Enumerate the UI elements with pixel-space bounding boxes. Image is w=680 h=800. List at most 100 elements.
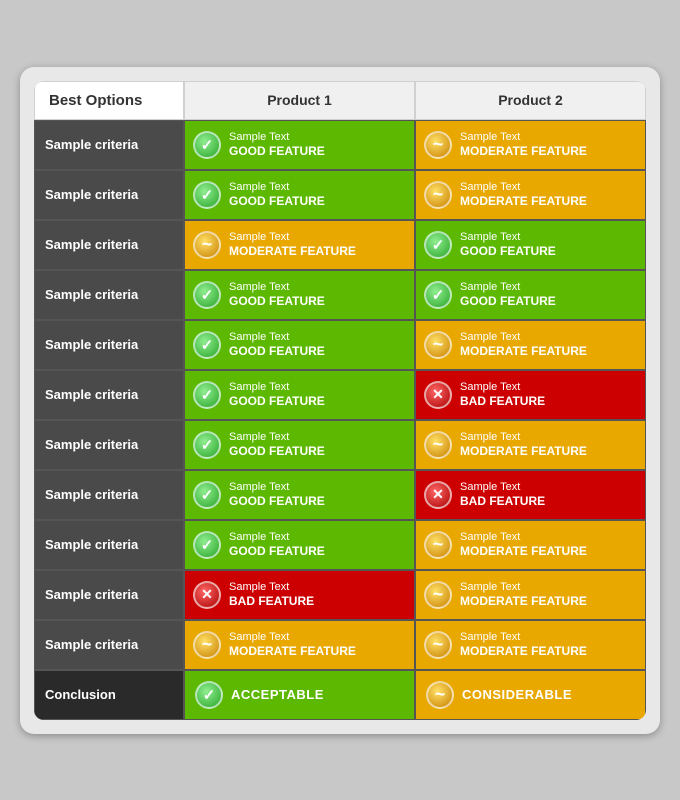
check-icon: ✓: [193, 181, 221, 209]
criteria-cell: Sample criteria: [34, 120, 184, 170]
feature-text: Sample Text GOOD FEATURE: [229, 280, 325, 310]
feature-text: Sample Text BAD FEATURE: [229, 580, 314, 610]
header-col1: Best Options: [34, 81, 184, 120]
tilde-icon: ~: [424, 631, 452, 659]
feature-text: Sample Text GOOD FEATURE: [229, 330, 325, 360]
tilde-icon: ~: [193, 631, 221, 659]
tilde-icon: ~: [424, 331, 452, 359]
table-row: Sample criteria ✓ Sample Text GOOD FEATU…: [34, 420, 646, 470]
feature-text: Sample Text MODERATE FEATURE: [460, 530, 587, 560]
feature-text: Sample Text MODERATE FEATURE: [460, 180, 587, 210]
feature-cell: ~ Sample Text MODERATE FEATURE: [415, 620, 646, 670]
feature-cell: ~ Sample Text MODERATE FEATURE: [415, 170, 646, 220]
table-row: Sample criteria ✓ Sample Text GOOD FEATU…: [34, 520, 646, 570]
table-row: Sample criteria ✓ Sample Text GOOD FEATU…: [34, 170, 646, 220]
feature-cell: ~ Sample Text MODERATE FEATURE: [415, 120, 646, 170]
feature-cell: ~ Sample Text MODERATE FEATURE: [415, 320, 646, 370]
table-row: Sample criteria ✕ Sample Text BAD FEATUR…: [34, 570, 646, 620]
feature-cell: ✓ Sample Text GOOD FEATURE: [184, 270, 415, 320]
feature-text: Sample Text MODERATE FEATURE: [460, 430, 587, 460]
feature-text: Sample Text GOOD FEATURE: [460, 230, 556, 260]
feature-cell: ✓ Sample Text GOOD FEATURE: [184, 170, 415, 220]
feature-text: Sample Text GOOD FEATURE: [460, 280, 556, 310]
criteria-cell: Sample criteria: [34, 420, 184, 470]
criteria-cell: Sample criteria: [34, 520, 184, 570]
feature-cell: ✓ Sample Text GOOD FEATURE: [184, 420, 415, 470]
tilde-icon: ~: [424, 581, 452, 609]
feature-cell: ~ Sample Text MODERATE FEATURE: [415, 420, 646, 470]
tilde-icon: ~: [424, 181, 452, 209]
feature-text: Sample Text GOOD FEATURE: [229, 180, 325, 210]
cross-icon: ✕: [424, 481, 452, 509]
feature-text: Sample Text MODERATE FEATURE: [460, 130, 587, 160]
check-icon: ✓: [193, 381, 221, 409]
check-icon: ✓: [193, 481, 221, 509]
cross-icon: ✕: [424, 381, 452, 409]
criteria-cell: Sample criteria: [34, 220, 184, 270]
feature-cell: ✓ Sample Text GOOD FEATURE: [184, 370, 415, 420]
feature-cell: ~ Sample Text MODERATE FEATURE: [184, 220, 415, 270]
table-row: Sample criteria ✓ Sample Text GOOD FEATU…: [34, 370, 646, 420]
feature-text: Sample Text MODERATE FEATURE: [229, 630, 356, 660]
table-wrapper: Best Options Product 1 Product 2 Sample …: [20, 67, 660, 734]
conclusion-label: Conclusion: [34, 670, 184, 720]
tilde-icon: ~: [193, 231, 221, 259]
feature-text: Sample Text GOOD FEATURE: [229, 480, 325, 510]
conclusion-p2-icon: ~: [426, 681, 454, 709]
conclusion-row: Conclusion ✓ ACCEPTABLE ~ CONSIDERABLE: [34, 670, 646, 720]
feature-cell: ✓ Sample Text GOOD FEATURE: [415, 220, 646, 270]
criteria-cell: Sample criteria: [34, 570, 184, 620]
feature-cell: ✕ Sample Text BAD FEATURE: [415, 470, 646, 520]
header-col2: Product 1: [184, 81, 415, 120]
feature-text: Sample Text MODERATE FEATURE: [460, 630, 587, 660]
table-row: Sample criteria ✓ Sample Text GOOD FEATU…: [34, 320, 646, 370]
conclusion-p2: ~ CONSIDERABLE: [415, 670, 646, 720]
table-row: Sample criteria ✓ Sample Text GOOD FEATU…: [34, 470, 646, 520]
feature-text: Sample Text GOOD FEATURE: [229, 430, 325, 460]
feature-cell: ✕ Sample Text BAD FEATURE: [415, 370, 646, 420]
comparison-table: Best Options Product 1 Product 2 Sample …: [34, 81, 646, 720]
criteria-cell: Sample criteria: [34, 370, 184, 420]
feature-cell: ~ Sample Text MODERATE FEATURE: [415, 520, 646, 570]
feature-cell: ~ Sample Text MODERATE FEATURE: [415, 570, 646, 620]
feature-cell: ✓ Sample Text GOOD FEATURE: [184, 520, 415, 570]
conclusion-p1: ✓ ACCEPTABLE: [184, 670, 415, 720]
feature-cell: ✕ Sample Text BAD FEATURE: [184, 570, 415, 620]
table-row: Sample criteria ~ Sample Text MODERATE F…: [34, 620, 646, 670]
table-row: Sample criteria ✓ Sample Text GOOD FEATU…: [34, 120, 646, 170]
feature-text: Sample Text BAD FEATURE: [460, 480, 545, 510]
feature-text: Sample Text MODERATE FEATURE: [460, 580, 587, 610]
cross-icon: ✕: [193, 581, 221, 609]
tilde-icon: ~: [424, 531, 452, 559]
check-icon: ✓: [424, 281, 452, 309]
criteria-cell: Sample criteria: [34, 470, 184, 520]
tilde-icon: ~: [424, 131, 452, 159]
check-icon: ✓: [193, 281, 221, 309]
criteria-cell: Sample criteria: [34, 320, 184, 370]
table-row: Sample criteria ~ Sample Text MODERATE F…: [34, 220, 646, 270]
table-row: Sample criteria ✓ Sample Text GOOD FEATU…: [34, 270, 646, 320]
conclusion-p1-text: ACCEPTABLE: [231, 687, 324, 702]
feature-cell: ✓ Sample Text GOOD FEATURE: [184, 120, 415, 170]
feature-text: Sample Text GOOD FEATURE: [229, 380, 325, 410]
feature-text: Sample Text BAD FEATURE: [460, 380, 545, 410]
header-col3: Product 2: [415, 81, 646, 120]
feature-text: Sample Text GOOD FEATURE: [229, 130, 325, 160]
criteria-cell: Sample criteria: [34, 620, 184, 670]
feature-text: Sample Text MODERATE FEATURE: [460, 330, 587, 360]
criteria-cell: Sample criteria: [34, 270, 184, 320]
check-icon: ✓: [193, 431, 221, 459]
feature-cell: ✓ Sample Text GOOD FEATURE: [184, 320, 415, 370]
feature-cell: ✓ Sample Text GOOD FEATURE: [415, 270, 646, 320]
feature-text: Sample Text MODERATE FEATURE: [229, 230, 356, 260]
conclusion-p1-icon: ✓: [195, 681, 223, 709]
check-icon: ✓: [193, 331, 221, 359]
conclusion-p2-text: CONSIDERABLE: [462, 687, 572, 702]
tilde-icon: ~: [424, 431, 452, 459]
check-icon: ✓: [193, 131, 221, 159]
criteria-cell: Sample criteria: [34, 170, 184, 220]
check-icon: ✓: [193, 531, 221, 559]
feature-cell: ~ Sample Text MODERATE FEATURE: [184, 620, 415, 670]
feature-text: Sample Text GOOD FEATURE: [229, 530, 325, 560]
check-icon: ✓: [424, 231, 452, 259]
